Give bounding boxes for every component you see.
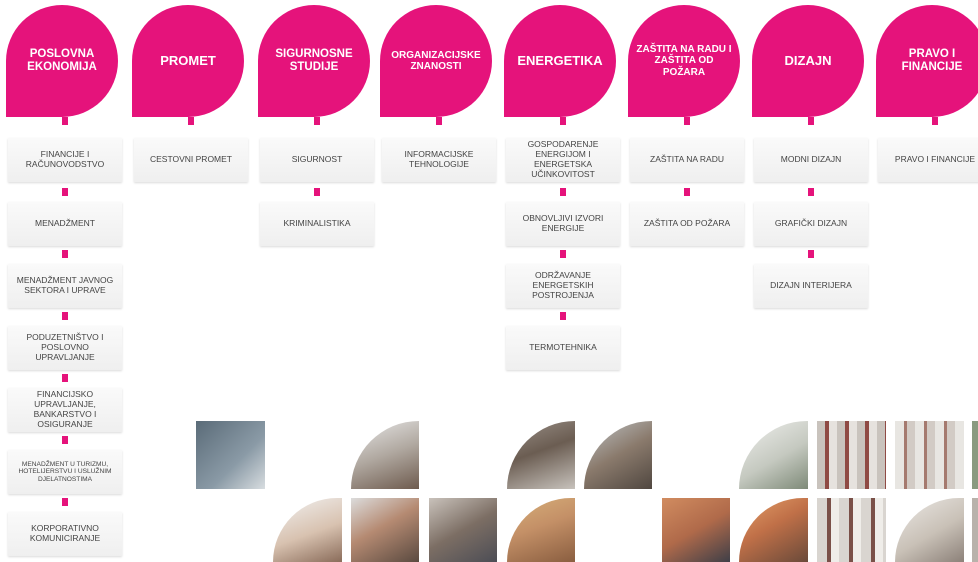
connector <box>62 436 68 444</box>
course-card[interactable]: MODNI DIZAJN <box>754 138 868 182</box>
course-card[interactable]: PRAVO I FINANCIJE <box>878 138 978 182</box>
photo-tile <box>817 498 886 562</box>
course-card[interactable]: ZAŠTITA NA RADU <box>630 138 744 182</box>
connector <box>684 188 690 196</box>
connector <box>314 188 320 196</box>
course-card[interactable]: FINANCIJSKO UPRAVLJANJE, BANKARSTVO I OS… <box>8 388 122 432</box>
course-card[interactable]: MENADŽMENT <box>8 202 122 246</box>
program-button-poslovna-ekonomija[interactable]: POSLOVNA EKONOMIJA <box>6 5 118 117</box>
course-card[interactable]: OBNOVLJIVI IZVORI ENERGIJE <box>506 202 620 246</box>
connector <box>62 188 68 196</box>
connector <box>314 117 320 125</box>
connector <box>932 117 938 125</box>
course-card[interactable]: PODUZETNIŠTVO I POSLOVNO UPRAVLJANJE <box>8 326 122 370</box>
course-card[interactable]: FINANCIJE I RAČUNOVODSTVO <box>8 138 122 182</box>
course-card[interactable]: SIGURNOST <box>260 138 374 182</box>
program-button-energetika[interactable]: ENERGETIKA <box>504 5 616 117</box>
course-card[interactable]: GOSPODARENJE ENERGIJOM I ENERGETSKA UČIN… <box>506 138 620 182</box>
connector <box>560 188 566 196</box>
connector <box>560 250 566 258</box>
photo-tile <box>429 498 497 562</box>
course-card[interactable]: CESTOVNI PROMET <box>134 138 248 182</box>
connector <box>560 117 566 125</box>
photo-tile <box>972 421 978 489</box>
photo-tile <box>351 498 419 562</box>
course-card[interactable]: MENADŽMENT JAVNOG SEKTORA I UPRAVE <box>8 264 122 308</box>
course-card[interactable]: GRAFIČKI DIZAJN <box>754 202 868 246</box>
course-card[interactable]: ODRŽAVANJE ENERGETSKIH POSTROJENJA <box>506 264 620 308</box>
course-card[interactable]: KRIMINALISTIKA <box>260 202 374 246</box>
course-card[interactable]: TERMOTEHNIKA <box>506 326 620 370</box>
photo-tile <box>196 421 265 489</box>
connector <box>62 312 68 320</box>
connector <box>808 250 814 258</box>
photo-tile <box>895 421 964 489</box>
program-column-poslovna-ekonomija: POSLOVNA EKONOMIJA FINANCIJE I RAČUNOVODS… <box>4 0 124 562</box>
photo-tile <box>662 498 730 562</box>
connector <box>62 498 68 506</box>
course-card[interactable]: INFORMACIJSKE TEHNOLOGIJE <box>382 138 496 182</box>
course-card[interactable]: DIZAJN INTERIJERA <box>754 264 868 308</box>
photo-tile <box>817 421 886 489</box>
connector <box>188 117 194 125</box>
course-card[interactable]: ZAŠTITA OD POŽARA <box>630 202 744 246</box>
program-button-dizajn[interactable]: DIZAJN <box>752 5 864 117</box>
program-button-pravo[interactable]: PRAVO I FINANCIJE <box>876 5 978 117</box>
connector <box>808 117 814 125</box>
connector <box>62 374 68 382</box>
course-card[interactable]: MENADŽMENT U TURIZMU, HOTELIJERSTVU I US… <box>8 450 122 494</box>
program-button-sigurnosne-studije[interactable]: SIGURNOSNE STUDIJE <box>258 5 370 117</box>
photo-tile <box>972 498 978 562</box>
program-button-zastita[interactable]: ZAŠTITA NA RADU I ZAŠTITA OD POŽARA <box>628 5 740 117</box>
program-button-promet[interactable]: PROMET <box>132 5 244 117</box>
connector <box>684 117 690 125</box>
program-button-organizacijske-znanosti[interactable]: ORGANIZACIJSKE ZNANOSTI <box>380 5 492 117</box>
connector <box>808 188 814 196</box>
connector <box>436 117 442 125</box>
connector <box>62 117 68 125</box>
connector <box>62 250 68 258</box>
course-card[interactable]: KORPORATIVNO KOMUNICIRANJE <box>8 512 122 556</box>
connector <box>560 312 566 320</box>
